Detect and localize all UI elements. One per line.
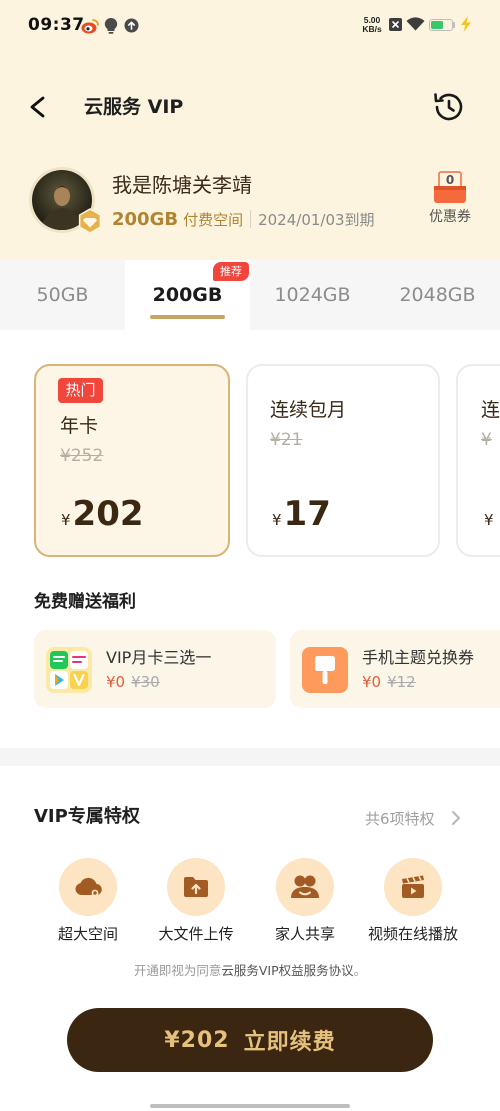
history-icon [434,93,463,121]
wifi-icon [406,17,425,31]
gifts-title: 免费赠送福利 [34,592,136,612]
tab-1024gb[interactable]: 1024GB [250,260,375,330]
tab-underline [150,315,225,319]
plan-price: ¥ 202 [61,494,144,534]
gift-card-theme[interactable]: 手机主题兑换券 ¥0 ¥12 [290,630,500,708]
agreement-prefix: 开通即视为同意 [133,963,222,978]
chevron-right-icon [451,810,461,826]
plan-name: 年卡 [60,415,99,437]
privilege-label: 视频在线播放 [367,925,458,943]
currency-symbol: ¥ [61,511,71,529]
divider [250,210,252,228]
cta-label: 立即续费 [243,1030,336,1055]
plan-card-monthly[interactable]: 连续包月 ¥21 ¥ 17 [246,364,440,557]
plan-price: ¥ 17 [272,494,331,534]
tab-label: 1024GB [274,284,351,306]
privilege-storage[interactable]: 超大空间 [38,858,138,944]
folder-upload-icon [167,858,225,916]
storage-label: 付费空间 [183,210,244,229]
status-time: 09:37 [28,15,85,35]
privileges-more-link[interactable]: 共6项特权 [365,806,461,830]
recommend-badge: 推荐 [213,262,249,281]
cta-currency: ¥ [164,1027,181,1053]
tab-2048gb[interactable]: 2048GB [375,260,500,330]
tab-200gb[interactable]: 200GB 推荐 [125,260,250,330]
expiry-date: 2024/01/03到期 [258,210,375,229]
theme-brush-icon [302,647,348,693]
home-indicator[interactable] [150,1104,350,1108]
privilege-label: 家人共享 [274,925,335,943]
plan-original-price: ¥21 [270,430,303,450]
tab-50gb[interactable]: 50GB [0,260,125,330]
upload-circle-icon [124,18,139,33]
video-clapper-icon [384,858,442,916]
plan-price: ¥ [484,511,496,529]
plan-original-price: ¥252 [60,446,104,466]
family-share-icon [276,858,334,916]
plan-card-partial[interactable]: 连 ¥ ¥ [456,364,500,557]
back-button[interactable] [26,95,50,119]
privileges-title: VIP专属特权 [34,806,140,827]
gift-original-price: ¥30 [131,673,160,691]
privileges-count-label: 共6项特权 [365,809,435,828]
history-button[interactable] [431,90,465,124]
video-apps-bundle-icon [46,647,92,693]
privilege-label: 超大空间 [57,925,118,943]
diamond-icon [77,208,103,234]
price-value: 17 [283,494,331,534]
battery-nub [453,22,455,28]
storage-amount: 200GB [112,208,179,230]
currency-symbol: ¥ [484,511,494,529]
gift-price-row: ¥0 ¥30 [106,672,160,692]
tab-label: 2048GB [399,284,476,306]
cloud-storage-icon [59,858,117,916]
gift-original-price: ¥12 [387,673,416,691]
bulb-icon [104,17,118,34]
gift-title: 手机主题兑换券 [362,648,475,667]
sim-off-icon [389,18,402,31]
coupon-label: 优惠券 [429,209,471,225]
plan-name: 连续包月 [270,399,347,421]
hot-badge: 热门 [58,378,103,403]
network-speed-unit: KB/s [362,24,382,34]
plan-original-price: ¥ [481,430,492,450]
gift-price-row: ¥0 ¥12 [362,672,416,692]
section-separator [0,748,500,766]
privilege-label: 大文件上传 [158,925,234,943]
renew-button[interactable]: ¥202 立即续费 [67,1008,433,1072]
charging-icon [460,16,472,32]
agreement-suffix: 。 [353,963,367,978]
network-speed: 5.00 KB/s [358,16,386,34]
user-name: 我是陈塘关李靖 [112,173,252,197]
privilege-upload[interactable]: 大文件上传 [146,858,246,944]
gift-price: ¥0 [106,673,126,691]
currency-symbol: ¥ [272,511,282,529]
page-title: 云服务 VIP [84,96,184,118]
screen: 09:37 5.00 KB/s 云服务 VIP 我是陈塘关李靖 200GB 付费… [0,0,500,1111]
cta-price: 202 [180,1027,230,1053]
coupon-count: 0 [445,173,455,187]
weibo-icon [81,18,99,34]
battery-fill [431,21,443,29]
plan-card-annual[interactable]: 热门 年卡 ¥252 ¥ 202 [34,364,230,557]
privilege-family[interactable]: 家人共享 [255,858,355,944]
battery-icon [429,19,453,31]
privilege-video[interactable]: 视频在线播放 [363,858,463,944]
price-value: 202 [72,494,144,534]
plan-name: 连 [481,399,500,421]
coupon-button[interactable]: 0 优惠券 [424,168,476,230]
agreement-text: 开通即视为同意云服务VIP权益服务协议。 [0,962,500,980]
back-arrow-icon [30,96,45,118]
gift-card-vip-month[interactable]: VIP月卡三选一 ¥0 ¥30 [34,630,276,708]
agreement-link[interactable]: 云服务VIP权益服务协议 [221,963,353,978]
storage-info: 200GB 付费空间 2024/01/03到期 [112,207,375,231]
gift-title: VIP月卡三选一 [106,648,212,667]
tab-label: 200GB [152,284,223,306]
gift-price: ¥0 [362,673,382,691]
tab-label: 50GB [36,284,89,306]
capacity-tabs: 50GB 200GB 推荐 1024GB 2048GB [0,260,500,330]
